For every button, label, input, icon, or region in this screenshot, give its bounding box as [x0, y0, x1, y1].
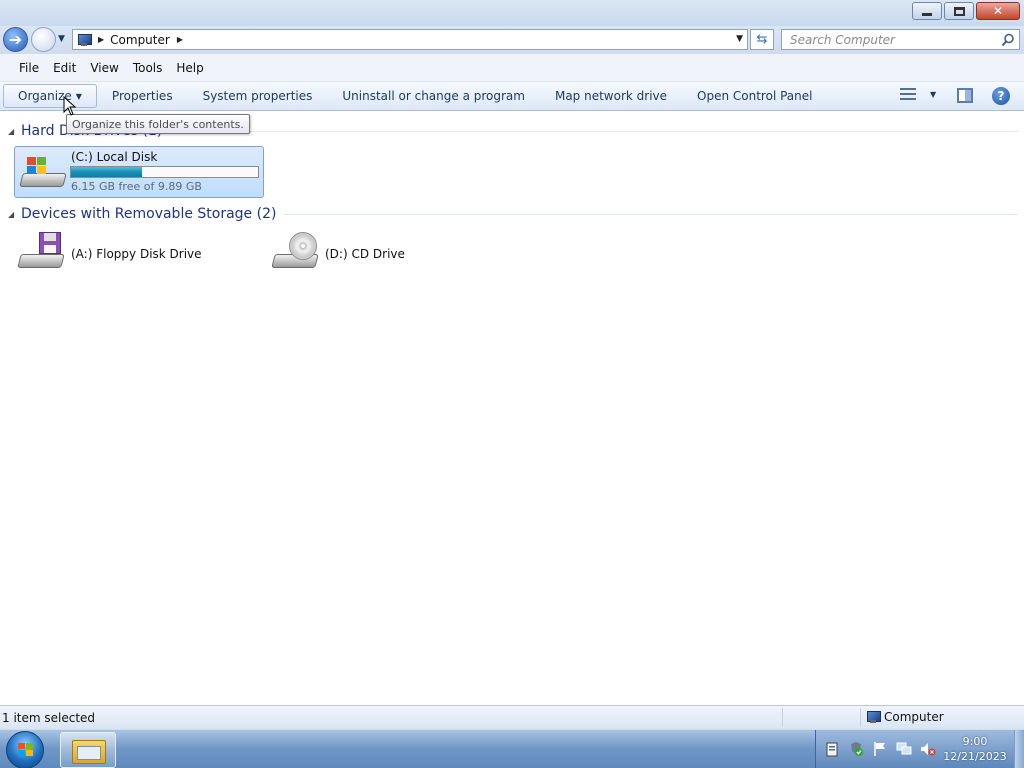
drive-free-space: 6.15 GB free of 9.89 GB [71, 180, 202, 193]
menu-edit[interactable]: Edit [46, 61, 83, 75]
clock-date: 12/21/2023 [943, 750, 1007, 763]
system-properties-button[interactable]: System properties [188, 84, 328, 108]
group-divider [170, 130, 1018, 132]
help-icon[interactable]: ? [992, 87, 1010, 105]
properties-button[interactable]: Properties [97, 84, 188, 108]
drive-item-c[interactable]: (C:) Local Disk 6.15 GB free of 9.89 GB [14, 146, 264, 198]
status-location-text: Computer [884, 710, 944, 724]
tray-icons [824, 741, 936, 757]
security-shield-icon[interactable] [848, 741, 864, 757]
volume-muted-icon[interactable] [920, 741, 936, 757]
uninstall-program-button[interactable]: Uninstall or change a program [327, 84, 540, 108]
action-center-flag-icon[interactable] [872, 741, 888, 757]
change-view-button[interactable]: ▼ [900, 87, 936, 101]
status-selection-text: 1 item selected [2, 711, 96, 725]
floppy-drive-icon [17, 232, 65, 276]
cd-drive-icon [271, 232, 319, 276]
close-icon: ✕ [992, 4, 1004, 18]
search-box[interactable] [781, 29, 1020, 50]
menu-view[interactable]: View [83, 61, 125, 75]
preview-pane-icon[interactable] [957, 88, 973, 103]
collapse-arrow-icon[interactable]: ◢ [8, 127, 21, 136]
status-divider [782, 708, 783, 727]
system-tray: 9:00 12/21/2023 [815, 730, 1024, 768]
drive-name: (C:) Local Disk [71, 150, 158, 164]
refresh-icon: ⇆ [756, 32, 768, 47]
clipboard-icon[interactable] [824, 741, 840, 757]
mouse-cursor-icon [63, 96, 77, 116]
windows-logo-icon [18, 743, 34, 758]
drive-usage-bar [70, 166, 259, 178]
refresh-button[interactable]: ⇆ [750, 29, 774, 50]
collapse-arrow-icon[interactable]: ◢ [8, 210, 21, 219]
back-arrow-icon: ➔ [8, 30, 23, 49]
restore-button[interactable] [944, 2, 974, 20]
group-header-removable[interactable]: ◢ Devices with Removable Storage (2) [8, 206, 1018, 222]
restore-icon [953, 6, 965, 16]
breadcrumb-computer[interactable]: Computer [110, 33, 170, 47]
status-location: Computer [866, 710, 944, 724]
file-list-area: ◢ Hard Disk Drives (1) (C:) Local Disk 6… [0, 111, 1024, 705]
menu-tools[interactable]: Tools [126, 61, 170, 75]
show-desktop-button[interactable] [1014, 730, 1024, 768]
search-input[interactable] [790, 32, 990, 47]
minimize-icon [922, 12, 932, 16]
clock-time: 9:00 [962, 735, 988, 748]
status-bar: 1 item selected Computer [0, 705, 1024, 729]
title-bar: ✕ [0, 0, 1024, 26]
taskbar-explorer-button[interactable] [60, 732, 116, 768]
folder-icon [72, 738, 106, 764]
menu-file[interactable]: File [12, 61, 46, 75]
window-controls: ✕ [912, 2, 1020, 20]
drive-item-d[interactable]: (D:) CD Drive [271, 232, 405, 276]
start-button[interactable] [6, 731, 44, 768]
views-icon [900, 87, 916, 101]
forward-button[interactable] [31, 27, 56, 52]
recent-pages-dropdown[interactable]: ▼ [58, 34, 65, 44]
open-control-panel-button[interactable]: Open Control Panel [682, 84, 827, 108]
address-dropdown-icon[interactable]: ▼ [736, 34, 743, 44]
menu-bar: File Edit View Tools Help [0, 54, 1024, 82]
taskbar: 9:00 12/21/2023 [0, 729, 1024, 768]
breadcrumb-separator-icon[interactable]: ▶ [98, 35, 104, 44]
computer-icon [866, 711, 881, 723]
map-network-drive-button[interactable]: Map network drive [540, 84, 682, 108]
group-divider [284, 213, 1018, 215]
minimize-button[interactable] [912, 2, 942, 20]
search-icon[interactable] [1001, 33, 1015, 47]
tooltip: Organize this folder's contents. [66, 114, 250, 134]
close-button[interactable]: ✕ [976, 2, 1020, 20]
network-icon[interactable] [896, 741, 912, 757]
group-title: Devices with Removable Storage (2) [21, 206, 277, 222]
views-dropdown-icon[interactable]: ▼ [930, 90, 936, 99]
hard-drive-icon [19, 151, 67, 195]
breadcrumb-chevron-icon[interactable]: ▶ [177, 35, 183, 44]
back-button[interactable]: ➔ [3, 27, 28, 52]
computer-icon [77, 33, 92, 46]
organize-button[interactable]: Organize ▼ [3, 84, 97, 108]
drive-name: (A:) Floppy Disk Drive [71, 247, 202, 261]
clock[interactable]: 9:00 12/21/2023 [940, 734, 1010, 764]
status-divider [860, 708, 861, 727]
address-bar[interactable]: ▶ Computer ▶ ▼ [72, 29, 748, 50]
drive-name: (D:) CD Drive [325, 247, 405, 261]
navigation-bar: ➔ ▼ ▶ Computer ▶ ▼ ⇆ [0, 26, 1024, 54]
drive-usage-fill [71, 167, 142, 177]
drive-item-a[interactable]: (A:) Floppy Disk Drive [17, 232, 202, 276]
menu-help[interactable]: Help [169, 61, 210, 75]
command-bar: Organize ▼ Properties System properties … [0, 82, 1024, 111]
